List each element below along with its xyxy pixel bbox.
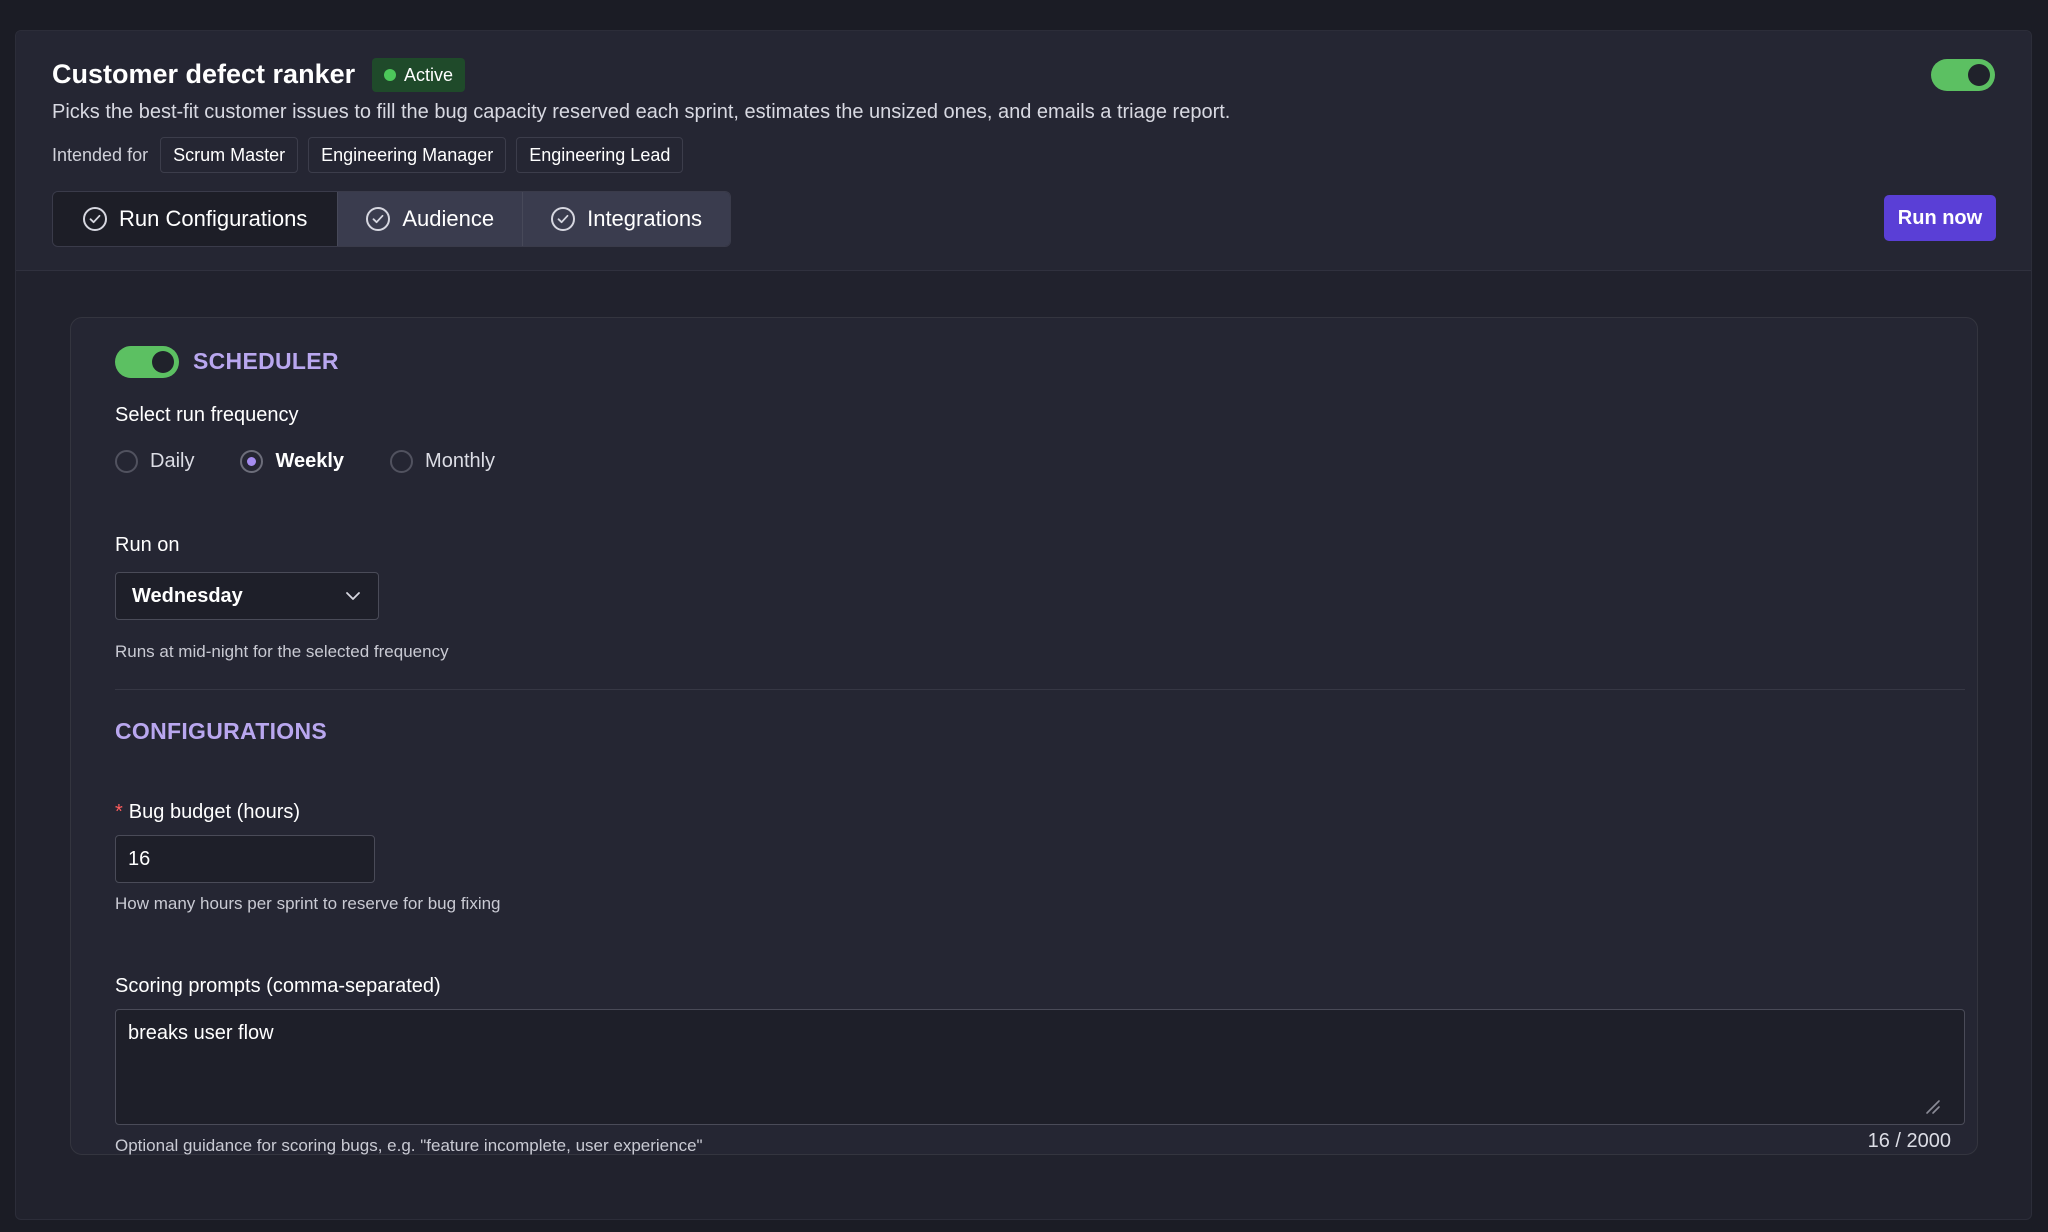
radio-weekly[interactable]: Weekly (240, 450, 344, 473)
radio-monthly[interactable]: Monthly (390, 450, 495, 473)
scoring-prompts-textarea[interactable]: breaks user flow (115, 1009, 1965, 1125)
run-on-select[interactable]: Wednesday (115, 572, 379, 620)
frequency-label: Select run frequency (115, 404, 299, 426)
bug-budget-input[interactable] (115, 835, 375, 883)
character-counter: 16 / 2000 (1867, 1130, 1951, 1152)
radio-circle (390, 450, 414, 473)
audience-chip: Scrum Master (160, 137, 299, 173)
audience-chip: Engineering Manager (308, 137, 507, 173)
tab-label: Integrations (587, 206, 703, 231)
tab-bar: Run Configurations Audience Integrations (52, 191, 732, 247)
run-on-value: Wednesday (132, 584, 243, 607)
agent-enabled-toggle[interactable] (1931, 59, 1995, 91)
radio-daily[interactable]: Daily (115, 450, 194, 473)
scheduler-title: SCHEDULER (193, 348, 339, 374)
audience-chip: Engineering Lead (516, 137, 684, 173)
radio-circle (240, 450, 264, 473)
scoring-prompts-help: Optional guidance for scoring bugs, e.g.… (115, 1136, 703, 1155)
divider (115, 689, 1965, 690)
check-circle-icon (551, 207, 576, 231)
settings-panel: SCHEDULER Select run frequency Daily Wee… (70, 317, 1978, 1155)
run-now-button[interactable]: Run now (1884, 195, 1996, 241)
tab-label: Run Configurations (119, 206, 308, 231)
radio-label: Daily (150, 450, 195, 472)
tab-audience[interactable]: Audience (337, 192, 523, 246)
check-circle-icon (83, 207, 107, 231)
scheduler-toggle[interactable] (115, 346, 179, 378)
radio-label: Monthly (425, 450, 496, 472)
tab-run-configurations[interactable]: Run Configurations (53, 192, 338, 246)
run-on-label: Run on (115, 534, 180, 556)
required-marker: * (115, 801, 123, 823)
page-title: Customer defect ranker (52, 59, 356, 89)
bug-budget-help: How many hours per sprint to reserve for… (115, 894, 501, 913)
bug-budget-label-text: Bug budget (hours) (128, 801, 301, 823)
audience-row: Intended for Scrum Master Engineering Ma… (52, 137, 684, 173)
scheduler-help: Runs at mid-night for the selected frequ… (115, 642, 449, 661)
bug-budget-label: * Bug budget (hours) (115, 801, 300, 824)
tab-label: Audience (402, 206, 495, 231)
status-dot-icon (384, 69, 396, 81)
tab-integrations[interactable]: Integrations (522, 192, 731, 246)
frequency-radio-group: Daily Weekly Monthly (115, 450, 541, 473)
toggle-knob (152, 351, 174, 373)
agent-header: Customer defect ranker Active Picks the … (16, 31, 2031, 271)
chevron-down-icon (346, 592, 360, 600)
agent-description: Picks the best-fit customer issues to fi… (52, 101, 1231, 123)
check-circle-icon (366, 207, 391, 231)
radio-label: Weekly (275, 450, 345, 472)
intended-for-label: Intended for (52, 144, 149, 165)
toggle-knob (1968, 64, 1990, 86)
configurations-title: CONFIGURATIONS (115, 718, 328, 744)
resize-grip-icon[interactable] (1923, 1097, 1941, 1115)
agent-card: Customer defect ranker Active Picks the … (15, 30, 2032, 1220)
radio-circle (115, 450, 138, 473)
scoring-prompts-label: Scoring prompts (comma-separated) (115, 975, 441, 997)
status-badge: Active (372, 58, 466, 92)
status-label: Active (404, 64, 454, 85)
